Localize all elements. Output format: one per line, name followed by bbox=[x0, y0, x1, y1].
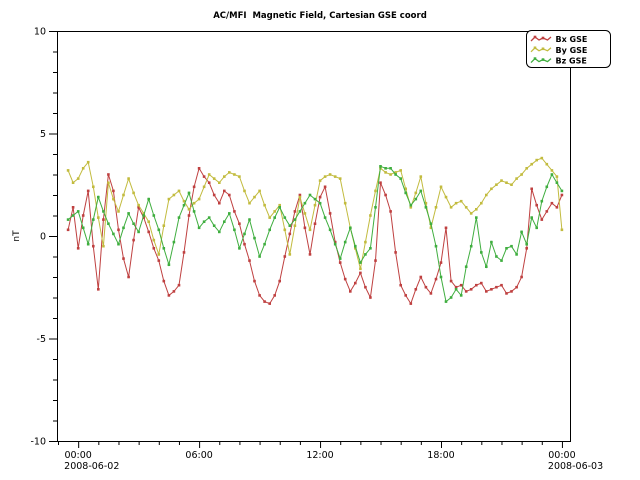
y-tick-label: -10 bbox=[30, 437, 46, 448]
legend: Bx GSE By GSE Bz GSE bbox=[527, 31, 611, 68]
legend-label: Bz GSE bbox=[556, 57, 587, 66]
x-tick-label: 00:00 bbox=[548, 450, 575, 461]
legend-label: By GSE bbox=[556, 46, 588, 55]
series-bz bbox=[67, 165, 563, 303]
y-tick-label: 10 bbox=[34, 27, 46, 38]
y-tick-label: -5 bbox=[37, 334, 46, 345]
series-bx bbox=[67, 167, 563, 305]
y-tick-label: 5 bbox=[40, 129, 46, 140]
x-date-label: 2008-06-03 bbox=[548, 461, 603, 472]
y-tick-label: 0 bbox=[40, 232, 46, 243]
legend-label: Bx GSE bbox=[556, 35, 588, 44]
y-axis: -10 -5 0 5 10 bbox=[30, 27, 57, 448]
y-axis-label: nT bbox=[12, 230, 22, 242]
chart-canvas: -10-5051000:002008-06-0206:0012:0018:000… bbox=[0, 0, 640, 480]
x-tick-label: 12:00 bbox=[306, 450, 333, 461]
x-tick-label: 18:00 bbox=[427, 450, 454, 461]
x-tick-label: 06:00 bbox=[185, 450, 212, 461]
x-date-label: 2008-06-02 bbox=[64, 461, 119, 472]
x-axis: 00:002008-06-0206:0012:0018:0000:002008-… bbox=[59, 441, 604, 472]
x-tick-label: 00:00 bbox=[64, 450, 91, 461]
plot-window: { "window": { "width": 640, "height": 48… bbox=[0, 0, 640, 480]
